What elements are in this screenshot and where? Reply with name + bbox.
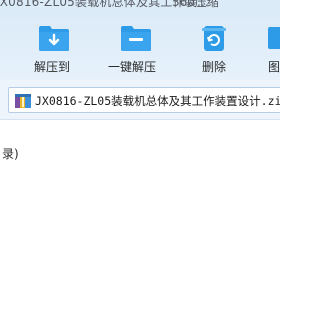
- archive-path: JX0816-ZL05装载机总体及其工作装置设计.zip: [35, 94, 280, 108]
- zip-file-icon: [15, 94, 31, 108]
- one-click-extract-label: 一键解压: [108, 60, 157, 74]
- trash-icon: [202, 26, 226, 51]
- file-list-text: 录): [2, 147, 19, 161]
- one-click-extract-button[interactable]: 一键解压: [104, 14, 168, 80]
- image-label: 图: [268, 60, 280, 74]
- title-bar: JX0816-ZL05装载机总体及其工作装... 360压缩: [0, 0, 280, 14]
- extract-to-button[interactable]: 解压到: [22, 14, 86, 80]
- archive-window: JX0816-ZL05装载机总体及其工作装... 360压缩 解压到 一键解压: [0, 0, 280, 315]
- address-bar: JX0816-ZL05装载机总体及其工作装置设计.zip: [0, 80, 280, 120]
- folder-minus-icon: [121, 26, 151, 51]
- delete-label: 删除: [202, 60, 227, 74]
- image-icon: [268, 27, 280, 49]
- image-button[interactable]: 图: [260, 14, 280, 80]
- delete-button[interactable]: 删除: [186, 14, 242, 80]
- address-field[interactable]: JX0816-ZL05装载机总体及其工作装置设计.zip: [8, 87, 280, 113]
- toolbar: 解压到 一键解压 删除 图: [0, 14, 280, 80]
- folder-extract-icon: [39, 26, 69, 51]
- file-list: 录): [0, 121, 280, 315]
- extract-to-label: 解压到: [34, 60, 71, 74]
- app-name: 360压缩: [172, 0, 219, 9]
